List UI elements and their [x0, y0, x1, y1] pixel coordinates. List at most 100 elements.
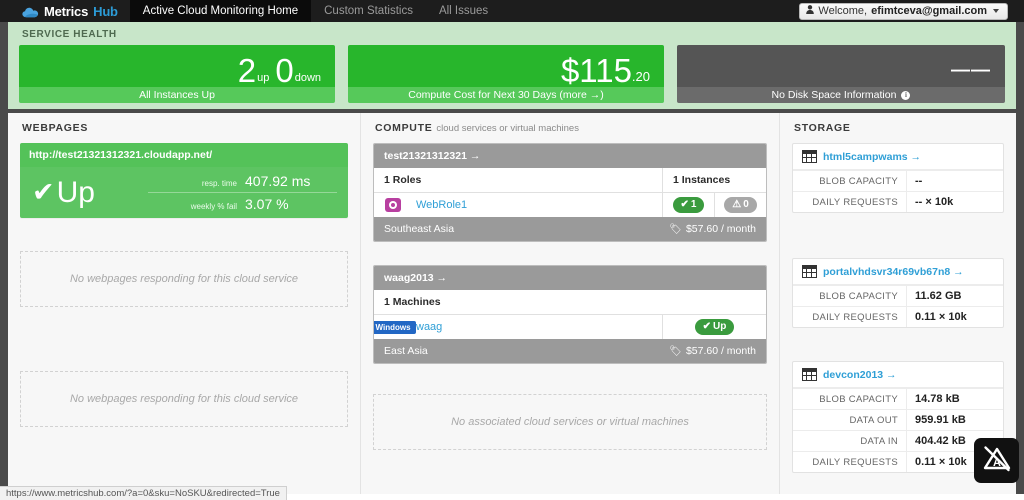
- nav-item-home[interactable]: Active Cloud Monitoring Home: [129, 0, 312, 22]
- role-name-cell: WebRole1: [412, 193, 662, 217]
- storage-card-header: html5campwams →: [793, 144, 1003, 170]
- storage-metric-label: BLOB CAPACITY: [819, 290, 898, 302]
- table-icon: [802, 150, 817, 163]
- user-menu-button[interactable]: Welcome, efimtceva@gmail.com: [799, 2, 1008, 20]
- storage-metric-label: DAILY REQUESTS: [812, 456, 898, 468]
- webpage-slot: No webpages responding for this cloud se…: [20, 251, 348, 307]
- compute-role-row[interactable]: WebRole1 ✔ 1 ⚠ 0: [374, 193, 766, 217]
- health-card-disk-footer: No Disk Space Information i: [677, 87, 1005, 103]
- webpage-card[interactable]: http://test21321312321.cloudapp.net/ ✔ U…: [20, 143, 348, 218]
- compute-card-title[interactable]: waag2013 →: [374, 266, 766, 290]
- role-icon: [385, 198, 401, 212]
- webpage-card-body: ✔ Up resp. time 407.92 ms weekly % fail …: [20, 167, 348, 218]
- compute-price-wrap: 🏷 $57.60 / month: [669, 345, 756, 357]
- compute-slot: test21321312321 → 1 Roles 1 Instances We…: [373, 143, 767, 242]
- user-email: efimtceva@gmail.com: [871, 5, 987, 17]
- instances-up-count: 2: [237, 51, 257, 89]
- metric-value: 3.07 %: [245, 196, 289, 212]
- disk-value: ——: [951, 60, 991, 81]
- storage-metric-row: DAILY REQUESTS -- × 10k: [793, 191, 1003, 212]
- storage-card[interactable]: html5campwams → BLOB CAPACITY -- DAILY R…: [792, 143, 1004, 213]
- health-card-disk-value: ——: [677, 45, 1005, 87]
- webpage-url[interactable]: http://test21321312321.cloudapp.net/: [20, 143, 348, 167]
- status-badge-warning: ⚠ 0: [724, 197, 757, 213]
- machines-count-label: 1 Machines: [384, 296, 441, 308]
- storage-card-header: devcon2013 →: [793, 362, 1003, 388]
- machine-link[interactable]: waag: [416, 321, 442, 333]
- storage-metric-label: BLOB CAPACITY: [819, 393, 898, 405]
- brand-logo[interactable]: Metrics Hub: [0, 0, 130, 22]
- webpage-slot: http://test21321312321.cloudapp.net/ ✔ U…: [20, 143, 348, 218]
- status-badge-up-text: Up: [713, 321, 727, 332]
- user-icon: [806, 5, 815, 17]
- status-bar-url: https://www.metricshub.com/?a=0&sku=NoSK…: [6, 488, 280, 499]
- storage-metric-value: 959.91 kB: [906, 410, 1003, 430]
- compute-machine-row[interactable]: Windows waag ✔ Up: [374, 315, 766, 339]
- storage-metric-label: BLOB CAPACITY: [819, 175, 898, 187]
- compute-price: $57.60 / month: [685, 223, 756, 235]
- service-health-cards: 2 up 0 down All Instances Up $115 .20 Co…: [19, 45, 1005, 103]
- role-link[interactable]: WebRole1: [416, 199, 467, 211]
- os-badge-cell: Windows: [374, 315, 416, 339]
- health-card-disk[interactable]: —— No Disk Space Information i: [677, 45, 1005, 103]
- column-compute-heading: COMPUTE cloud services or virtual machine…: [373, 122, 767, 134]
- storage-card-header: portalvhdsvr34r69vb67n8 →: [793, 259, 1003, 285]
- chevron-down-icon: [993, 9, 999, 13]
- table-icon: [802, 368, 817, 381]
- compute-card[interactable]: test21321312321 → 1 Roles 1 Instances We…: [373, 143, 767, 242]
- service-health-section: SERVICE HEALTH 2 up 0 down All Instances…: [0, 22, 1024, 113]
- storage-account-link[interactable]: html5campwams →: [823, 151, 921, 163]
- main-columns: WEBPAGES http://test21321312321.cloudapp…: [0, 113, 1024, 494]
- compute-price: $57.60 / month: [685, 345, 756, 357]
- status-badge-ok: ✔ 1: [672, 197, 705, 213]
- storage-metric-value: 11.62 GB: [906, 286, 1003, 306]
- navbar-left-group: Metrics Hub Active Cloud Monitoring Home …: [0, 0, 501, 22]
- compute-card-columns: 1 Roles 1 Instances: [374, 168, 766, 193]
- storage-metric-value: -- × 10k: [906, 192, 1003, 212]
- info-icon[interactable]: i: [901, 90, 911, 100]
- status-badge-up: ✔ Up: [694, 319, 735, 335]
- browser-status-bar: https://www.metricshub.com/?a=0&sku=NoSK…: [0, 486, 287, 500]
- cloud-icon: [22, 6, 39, 17]
- health-card-cost[interactable]: $115 .20 Compute Cost for Next 30 Days (…: [348, 45, 664, 103]
- compute-card-title[interactable]: test21321312321 →: [374, 144, 766, 168]
- compute-card[interactable]: waag2013 → 1 Machines Windows waag ✔Up: [373, 265, 767, 364]
- storage-slot: portalvhdsvr34r69vb67n8 → BLOB CAPACITY …: [792, 258, 1004, 328]
- storage-card[interactable]: portalvhdsvr34r69vb67n8 → BLOB CAPACITY …: [792, 258, 1004, 328]
- column-webpages-heading: WEBPAGES: [22, 122, 89, 134]
- tag-icon: 🏷: [669, 346, 682, 357]
- storage-metric-row: DAILY REQUESTS 0.11 × 10k: [793, 451, 1003, 472]
- table-icon: [802, 265, 817, 278]
- metric-label: weekly % fail: [190, 202, 237, 211]
- storage-metric-label: DAILY REQUESTS: [812, 196, 898, 208]
- storage-slot: html5campwams → BLOB CAPACITY -- DAILY R…: [792, 143, 1004, 213]
- status-badge-ok-count: 1: [690, 199, 697, 210]
- storage-metric-row: DAILY REQUESTS 0.11 × 10k: [793, 306, 1003, 327]
- metric-label: resp. time: [201, 179, 237, 188]
- tag-icon: 🏷: [669, 224, 682, 235]
- navbar-right-group: Welcome, efimtceva@gmail.com: [799, 0, 1024, 22]
- health-card-cost-value: $115 .20: [348, 45, 664, 87]
- health-card-instances[interactable]: 2 up 0 down All Instances Up: [19, 45, 335, 103]
- column-storage-heading: STORAGE: [794, 122, 851, 134]
- storage-card[interactable]: devcon2013 → BLOB CAPACITY 14.78 kB DATA…: [792, 361, 1004, 473]
- storage-metric-row: DATA OUT 959.91 kB: [793, 409, 1003, 430]
- column-compute-heading-main: COMPUTE: [375, 122, 433, 134]
- health-card-cost-footer[interactable]: Compute Cost for Next 30 Days (more →): [348, 87, 664, 103]
- storage-slot: devcon2013 → BLOB CAPACITY 14.78 kB DATA…: [792, 361, 1004, 473]
- brand-text: Metrics: [44, 3, 89, 19]
- instances-down-unit: down: [294, 72, 321, 84]
- nav-item-custom-statistics[interactable]: Custom Statistics: [311, 0, 426, 22]
- storage-metric-row: BLOB CAPACITY 11.62 GB: [793, 285, 1003, 306]
- metric-value: 407.92 ms: [245, 173, 311, 189]
- nav-item-all-issues[interactable]: All Issues: [426, 0, 501, 22]
- webpage-metric-row: resp. time 407.92 ms: [148, 170, 337, 192]
- adblock-overlay-button[interactable]: A: [974, 438, 1019, 483]
- storage-metric-label: DATA IN: [860, 435, 898, 447]
- webpage-metrics: resp. time 407.92 ms weekly % fail 3.07 …: [148, 167, 348, 218]
- storage-account-link[interactable]: portalvhdsvr34r69vb67n8 →: [823, 266, 964, 278]
- cost-cents: .20: [631, 69, 650, 84]
- compute-card-footer: East Asia 🏷 $57.60 / month: [374, 339, 766, 363]
- storage-metric-value: 14.78 kB: [906, 389, 1003, 409]
- storage-account-link[interactable]: devcon2013 →: [823, 369, 897, 381]
